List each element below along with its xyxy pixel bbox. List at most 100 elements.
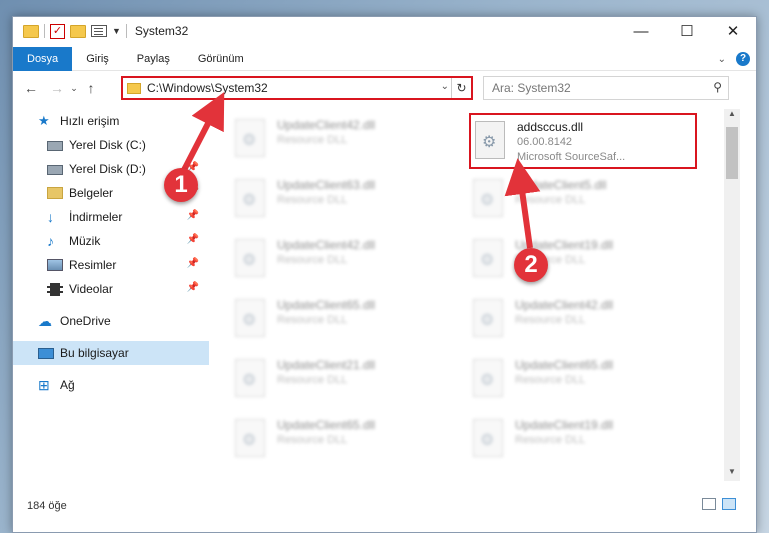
file-item[interactable]: UpdateClient21.dll Resource DLL <box>231 353 451 403</box>
sidebar-item-label: Belgeler <box>69 186 114 200</box>
sidebar-item-pictures[interactable]: Resimler 📌 <box>13 253 209 277</box>
maximize-button[interactable]: ☐ <box>664 17 710 45</box>
file-name: UpdateClient42.dll <box>277 238 376 252</box>
forward-button[interactable]: → <box>47 80 67 96</box>
tab-view[interactable]: Görünüm <box>184 47 258 71</box>
sidebar-item-network[interactable]: ⊞ Ağ <box>13 373 209 397</box>
large-icons-view-icon[interactable] <box>722 498 736 510</box>
close-button[interactable]: ✕ <box>710 17 756 45</box>
explorer-window: ✓ ▼ System32 — ☐ ✕ Dosya Giriş Paylaş Gö… <box>12 16 757 533</box>
customize-toolbar-icon[interactable]: ▼ <box>112 26 121 36</box>
file-name: UpdateClient65.dll <box>277 418 376 432</box>
file-item-addsccus[interactable]: addsccus.dll 06.00.8142 Microsoft Source… <box>469 113 697 169</box>
tab-share[interactable]: Paylaş <box>123 47 184 71</box>
status-bar: 184 öğe <box>13 494 756 518</box>
expand-ribbon-icon[interactable]: ⌄ <box>718 54 726 65</box>
sidebar-item-quick-access[interactable]: ★ Hızlı erişim <box>13 109 209 133</box>
help-icon[interactable]: ? <box>736 52 750 66</box>
documents-icon <box>47 187 63 199</box>
pin-icon: 📌 <box>186 282 199 293</box>
title-bar: ✓ ▼ System32 — ☐ ✕ <box>13 17 756 45</box>
back-button[interactable]: ← <box>21 80 41 96</box>
file-type: Resource DLL <box>277 134 348 146</box>
dll-file-icon <box>235 119 265 157</box>
file-name: UpdateClient65.dll <box>277 298 376 312</box>
file-item[interactable]: UpdateClient65.dll Resource DLL <box>469 353 689 403</box>
file-name: UpdateClient42.dll <box>277 118 376 132</box>
file-name: UpdateClient42.dll <box>515 298 614 312</box>
file-type: Resource DLL <box>515 374 586 386</box>
quick-access-toolbar: ✓ ▼ <box>23 23 127 39</box>
sidebar-item-label: Resimler <box>69 258 117 272</box>
dll-file-icon <box>473 299 503 337</box>
file-type: Resource DLL <box>515 314 586 326</box>
sidebar-item-label: Bu bilgisayar <box>60 346 129 360</box>
tab-file[interactable]: Dosya <box>13 46 73 71</box>
computer-icon <box>38 347 54 359</box>
file-type: Resource DLL <box>515 194 586 206</box>
new-folder-icon[interactable] <box>70 24 86 38</box>
dll-file-icon <box>473 239 503 277</box>
file-item[interactable]: UpdateClient65.dll Resource DLL <box>231 293 451 343</box>
file-item[interactable]: UpdateClient42.dll Resource DLL <box>231 113 451 163</box>
music-icon: ♪ <box>47 233 54 249</box>
sidebar-item-this-pc[interactable]: Bu bilgisayar <box>13 341 209 365</box>
tab-home[interactable]: Giriş <box>72 47 123 71</box>
file-item[interactable]: UpdateClient19.dllResource DLL <box>469 233 689 283</box>
file-name: UpdateClient63.dll <box>277 178 376 192</box>
address-path[interactable]: C:\Windows\System32 <box>147 81 268 95</box>
pictures-icon <box>47 259 63 271</box>
dll-file-icon <box>473 179 503 217</box>
file-item[interactable]: UpdateClient5.dll Resource DLL <box>469 173 689 223</box>
properties-icon[interactable] <box>91 25 107 37</box>
file-item[interactable]: UpdateClient65.dll Resource DLL <box>231 413 451 463</box>
file-item[interactable]: UpdateClient42.dll Resource DLL <box>469 293 689 343</box>
sidebar-item-label: OneDrive <box>60 314 111 328</box>
file-list: UpdateClient42.dll Resource DLL UpdateCli… <box>209 109 729 469</box>
properties-check-icon[interactable]: ✓ <box>50 23 65 39</box>
search-input[interactable]: Ara: System32 ⚲ <box>483 76 729 100</box>
sidebar-item-local-disk-c[interactable]: Yerel Disk (C:) <box>13 133 209 157</box>
address-dropdown-icon[interactable]: ⌄ <box>441 81 449 92</box>
download-icon: ↓ <box>47 209 54 225</box>
minimize-button[interactable]: — <box>618 17 664 45</box>
pin-icon: 📌 <box>186 234 199 245</box>
file-type: Resource DLL <box>277 434 348 446</box>
sidebar-item-label: İndirmeler <box>69 210 123 224</box>
search-icon[interactable]: ⚲ <box>713 80 722 94</box>
sidebar-item-videos[interactable]: Videolar 📌 <box>13 277 209 301</box>
dll-file-icon <box>235 419 265 457</box>
scroll-thumb[interactable] <box>726 127 738 179</box>
address-bar[interactable]: C:\Windows\System32 ⌄ ↻ <box>121 76 473 100</box>
file-item[interactable]: UpdateClient42.dll Resource DLL <box>231 233 451 283</box>
sidebar-item-music[interactable]: ♪ Müzik 📌 <box>13 229 209 253</box>
refresh-button[interactable]: ↻ <box>451 78 471 98</box>
file-item[interactable]: UpdateClient19.dllResource DLL <box>469 413 689 463</box>
vertical-scrollbar[interactable]: ▲ ▼ <box>724 109 740 481</box>
file-name: UpdateClient21.dll <box>277 358 376 372</box>
folder-icon <box>23 24 39 38</box>
file-type: Resource DLL <box>277 314 348 326</box>
window-title: System32 <box>134 24 189 38</box>
scroll-down-icon[interactable]: ▼ <box>724 467 740 481</box>
dll-file-icon <box>235 179 265 217</box>
scroll-up-icon[interactable]: ▲ <box>724 109 740 123</box>
dll-file-icon <box>473 359 503 397</box>
dll-file-icon <box>235 239 265 277</box>
recent-locations-button[interactable]: ⌄ <box>67 83 81 94</box>
sidebar-item-label: Müzik <box>69 234 101 248</box>
sidebar-item-onedrive[interactable]: ☁ OneDrive <box>13 309 209 333</box>
up-button[interactable]: ↑ <box>81 80 101 96</box>
search-placeholder: Ara: System32 <box>492 81 571 95</box>
dll-file-icon <box>473 419 503 457</box>
separator <box>44 24 45 38</box>
navigation-pane: ★ Hızlı erişim Yerel Disk (C:) Yerel Dis… <box>13 109 209 469</box>
file-description: Microsoft SourceSaf... <box>517 151 626 163</box>
sidebar-item-label: Ağ <box>60 378 75 392</box>
details-view-icon[interactable] <box>702 498 716 510</box>
sidebar-item-downloads[interactable]: ↓ İndirmeler 📌 <box>13 205 209 229</box>
cloud-icon: ☁ <box>38 313 52 329</box>
file-version: 06.00.8142 <box>517 136 573 148</box>
file-item[interactable]: UpdateClient63.dll Resource DLL <box>231 173 451 223</box>
dll-file-icon <box>235 359 265 397</box>
